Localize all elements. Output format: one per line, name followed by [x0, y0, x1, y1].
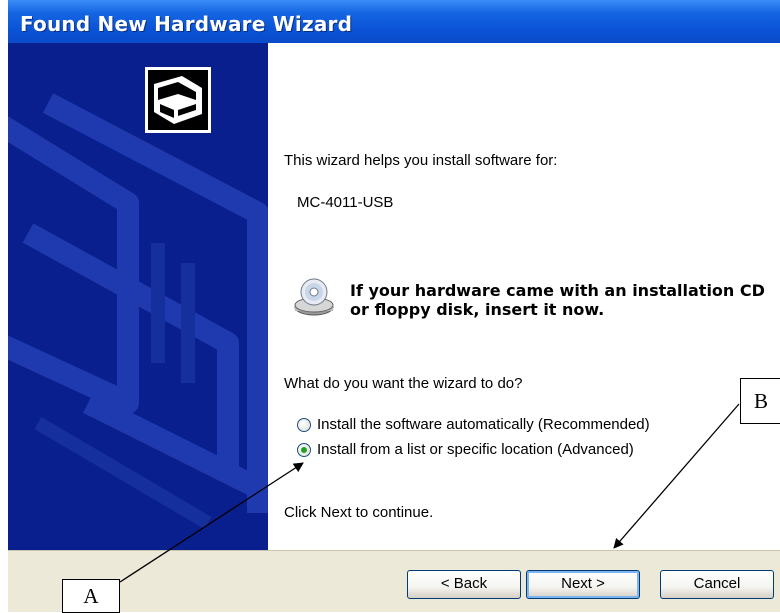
wizard-window: This wizard helps you install software f…: [8, 43, 780, 612]
button-bar: < Back Next > Cancel: [8, 550, 780, 612]
wizard-content: This wizard helps you install software f…: [284, 43, 780, 550]
radio-automatic-label[interactable]: Install the software automatically (Reco…: [317, 416, 650, 433]
radio-automatic[interactable]: [297, 418, 311, 432]
decorative-background: [8, 43, 268, 550]
back-button[interactable]: < Back: [407, 570, 521, 599]
title-bar[interactable]: Found New Hardware Wizard: [8, 0, 780, 43]
radio-selected-dot: [301, 447, 307, 453]
question-text: What do you want the wizard to do?: [284, 375, 523, 392]
cancel-button[interactable]: Cancel: [660, 570, 774, 599]
callout-b: B: [740, 378, 780, 424]
radio-advanced-label[interactable]: Install from a list or specific location…: [317, 441, 634, 458]
wizard-side-panel: [8, 43, 268, 550]
continue-hint: Click Next to continue.: [284, 504, 434, 521]
intro-text: This wizard helps you install software f…: [284, 152, 558, 169]
hardware-card-icon: [145, 67, 211, 133]
radio-advanced[interactable]: [297, 443, 311, 457]
cd-prompt-line1: If your hardware came with an installati…: [350, 281, 765, 300]
cd-drive-icon: [292, 275, 336, 319]
window-title: Found New Hardware Wizard: [20, 12, 353, 36]
device-name: MC-4011-USB: [297, 194, 394, 211]
callout-a: A: [62, 579, 120, 613]
cd-prompt-line2: or floppy disk, insert it now.: [350, 300, 605, 319]
next-button[interactable]: Next >: [526, 570, 640, 599]
